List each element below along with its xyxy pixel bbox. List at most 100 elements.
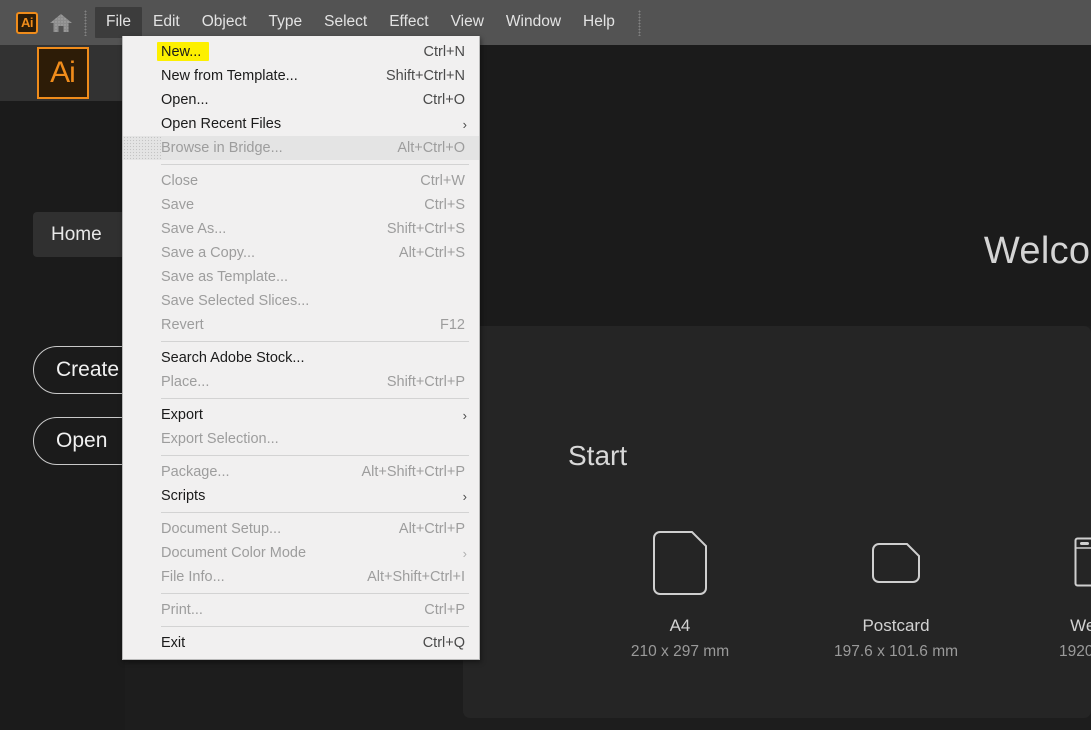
menu-item-gutter bbox=[123, 403, 161, 427]
chevron-right-icon: › bbox=[462, 488, 467, 504]
menu-item-label: Browse in Bridge... bbox=[161, 140, 283, 156]
menu-item-gutter bbox=[123, 241, 161, 265]
menu-help[interactable]: Help bbox=[572, 7, 626, 37]
open-button-label: Open bbox=[56, 429, 108, 452]
menu-view[interactable]: View bbox=[440, 7, 495, 37]
menu-edit[interactable]: Edit bbox=[142, 7, 191, 37]
menu-item-document-color-mode: Document Color Mode › bbox=[123, 541, 479, 565]
menu-item-label: Save As... bbox=[161, 221, 227, 237]
preset-dimensions: 197.6 x 101.6 mm bbox=[833, 643, 959, 660]
menu-separator bbox=[161, 512, 469, 513]
menu-item-shortcut: Shift+Ctrl+P bbox=[386, 374, 465, 390]
menu-item-shortcut: Alt+Ctrl+P bbox=[398, 521, 465, 537]
menu-item-shortcut: Alt+Ctrl+S bbox=[398, 245, 465, 261]
page-portrait-icon bbox=[652, 527, 708, 599]
toolbar-drag-handle bbox=[84, 9, 87, 36]
menu-item-shortcut: Ctrl+S bbox=[424, 197, 465, 213]
menu-item-label: Exit bbox=[161, 635, 186, 651]
menu-separator bbox=[161, 455, 469, 456]
menu-item-shortcut: Ctrl+P bbox=[424, 602, 465, 618]
menu-item-gutter bbox=[123, 217, 161, 241]
menu-item-shortcut: Alt+Shift+Ctrl+I bbox=[367, 569, 465, 585]
menu-item-scripts[interactable]: Scripts › bbox=[123, 484, 479, 508]
menu-item-label: Save bbox=[161, 197, 195, 213]
menu-item-package: Package... Alt+Shift+Ctrl+P bbox=[123, 460, 479, 484]
menu-item-gutter bbox=[123, 484, 161, 508]
menu-item-gutter bbox=[123, 346, 161, 370]
menu-item-new-from-template[interactable]: New from Template... Shift+Ctrl+N bbox=[123, 64, 479, 88]
menu-item-label: Print... bbox=[161, 602, 203, 618]
menu-separator bbox=[161, 593, 469, 594]
menu-item-shortcut: Ctrl+W bbox=[420, 173, 465, 189]
menu-object[interactable]: Object bbox=[191, 7, 258, 37]
preset-card-postcard[interactable]: Postcard 197.6 x 101.6 mm bbox=[833, 527, 959, 661]
menu-item-label: Save a Copy... bbox=[161, 245, 256, 261]
menu-item-export[interactable]: Export › bbox=[123, 403, 479, 427]
menu-item-close: Close Ctrl+W bbox=[123, 169, 479, 193]
menu-item-gutter bbox=[123, 265, 161, 289]
menu-item-browse-in-bridge: Browse in Bridge... Alt+Ctrl+O bbox=[123, 136, 479, 160]
menu-item-gutter bbox=[123, 541, 161, 565]
menu-item-label: Export bbox=[161, 407, 203, 423]
menu-item-open-recent-files[interactable]: Open Recent Files › bbox=[123, 112, 479, 136]
menu-item-save-as: Save As... Shift+Ctrl+S bbox=[123, 217, 479, 241]
preset-card-web-large[interactable]: Web-Large 1920 x 1080 px bbox=[1052, 527, 1091, 661]
menu-item-gutter bbox=[123, 517, 161, 541]
menu-item-gutter bbox=[123, 427, 161, 451]
menu-item-gutter bbox=[123, 64, 161, 88]
menu-item-label: Save Selected Slices... bbox=[161, 293, 310, 309]
menu-window[interactable]: Window bbox=[495, 7, 572, 37]
menu-item-shortcut: Shift+Ctrl+S bbox=[386, 221, 465, 237]
sidebar-item-home-label: Home bbox=[51, 223, 102, 245]
menu-item-gutter bbox=[123, 169, 161, 193]
illustrator-brand-logo: Ai bbox=[36, 47, 89, 99]
menu-item-label: Package... bbox=[161, 464, 230, 480]
menu-item-label: Search Adobe Stock... bbox=[161, 350, 305, 366]
menu-type[interactable]: Type bbox=[258, 7, 314, 37]
menu-separator bbox=[161, 398, 469, 399]
welcome-title: Welcome b bbox=[983, 230, 1091, 272]
menu-item-label: Save as Template... bbox=[161, 269, 289, 285]
menu-item-export-selection: Export Selection... bbox=[123, 427, 479, 451]
menu-file[interactable]: File bbox=[95, 7, 142, 38]
menu-item-new[interactable]: New... Ctrl+N bbox=[123, 40, 479, 64]
preset-name: Postcard bbox=[862, 616, 930, 635]
home-icon[interactable] bbox=[44, 0, 78, 45]
browser-globe-icon bbox=[1074, 527, 1091, 599]
menu-select[interactable]: Select bbox=[313, 7, 378, 37]
menu-separator bbox=[161, 341, 469, 342]
menu-item-label: File Info... bbox=[161, 569, 225, 585]
menu-item-exit[interactable]: Exit Ctrl+Q bbox=[123, 631, 479, 655]
menu-item-label: Place... bbox=[161, 374, 210, 390]
menu-item-label: Export Selection... bbox=[161, 431, 279, 447]
preset-name: Web-Large bbox=[1070, 616, 1091, 635]
start-section-heading: Start bbox=[568, 440, 628, 471]
chevron-right-icon: › bbox=[462, 545, 467, 561]
menu-item-gutter bbox=[123, 112, 161, 136]
menu-item-open[interactable]: Open... Ctrl+O bbox=[123, 88, 479, 112]
menu-item-gutter bbox=[123, 565, 161, 589]
chevron-right-icon: › bbox=[462, 407, 467, 423]
menu-item-shortcut: Ctrl+Q bbox=[422, 635, 465, 651]
menu-item-gutter bbox=[123, 193, 161, 217]
menu-effect[interactable]: Effect bbox=[378, 7, 439, 37]
menu-item-gutter bbox=[123, 136, 161, 160]
menu-item-gutter bbox=[123, 598, 161, 622]
create-button-label: Create bbox=[56, 358, 120, 381]
menu-item-gutter bbox=[123, 40, 161, 64]
menu-item-shortcut: F12 bbox=[440, 317, 465, 333]
preset-name: A4 bbox=[669, 616, 691, 635]
menu-item-label: New from Template... bbox=[161, 68, 298, 84]
menu-item-gutter bbox=[123, 460, 161, 484]
preset-dimensions: 210 x 297 mm bbox=[630, 643, 730, 660]
menu-item-save-as-template: Save as Template... bbox=[123, 265, 479, 289]
preset-card-a4[interactable]: A4 210 x 297 mm bbox=[620, 527, 740, 661]
menu-item-gutter bbox=[123, 370, 161, 394]
ai-logo-icon[interactable]: Ai bbox=[10, 0, 44, 45]
menu-item-print: Print... Ctrl+P bbox=[123, 598, 479, 622]
menu-item-label: Document Setup... bbox=[161, 521, 282, 537]
menu-item-search-adobe-stock[interactable]: Search Adobe Stock... bbox=[123, 346, 479, 370]
menu-item-gutter bbox=[123, 88, 161, 112]
menu-item-label: Open Recent Files bbox=[161, 116, 282, 132]
page-landscape-icon bbox=[871, 527, 921, 599]
